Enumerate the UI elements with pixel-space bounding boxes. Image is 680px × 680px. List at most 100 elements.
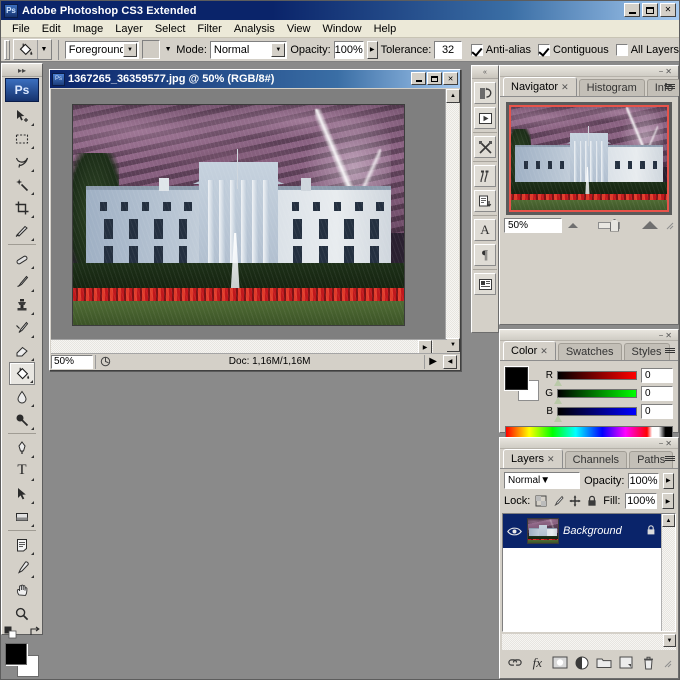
eraser-tool[interactable] [9, 339, 35, 362]
layer-list-scrollbar[interactable]: ▲ [661, 514, 675, 631]
status-scroll-left-button[interactable]: ◀ [443, 354, 457, 369]
layer-list[interactable]: Background ▲ [502, 513, 676, 632]
panel-minimize-icon[interactable]: −✕ [659, 331, 674, 340]
character-panel-icon[interactable]: A [474, 219, 496, 241]
panel-resize-grip[interactable] [664, 220, 674, 230]
rectangular-marquee-tool[interactable] [9, 127, 35, 150]
panel-resize-grip[interactable] [662, 658, 672, 668]
layers-panel-scroll-strip[interactable]: ▼ [502, 634, 676, 650]
color-panel-swatches[interactable] [505, 367, 539, 401]
menu-file[interactable]: File [6, 22, 36, 36]
lock-image-pixels-icon[interactable] [552, 495, 564, 508]
crop-tool[interactable] [9, 196, 35, 219]
opacity-stepper[interactable]: ▶ [366, 40, 378, 59]
maximize-button[interactable] [642, 3, 658, 17]
healing-brush-tool[interactable] [9, 247, 35, 270]
history-panel-icon[interactable] [474, 82, 496, 104]
panel-minimize-icon[interactable]: −✕ [659, 439, 674, 448]
canvas-vertical-scrollbar[interactable]: ▲ ▼ [445, 89, 460, 352]
blue-channel-input[interactable]: 0 [641, 403, 673, 419]
menu-edit[interactable]: Edit [36, 22, 67, 36]
opacity-input[interactable]: 100% [333, 40, 364, 59]
color-panel-titlebar[interactable]: −✕ [500, 330, 678, 341]
table-row[interactable]: Background [503, 514, 675, 548]
layer-fill-stepper[interactable]: ▶ [661, 493, 674, 509]
zoom-tool[interactable] [9, 602, 35, 625]
lock-all-icon[interactable] [586, 495, 598, 508]
menu-view[interactable]: View [281, 22, 317, 36]
fill-source-select[interactable]: Foreground ▼ [64, 40, 140, 59]
anti-alias-checkbox[interactable] [470, 43, 483, 56]
clone-stamp-tool[interactable] [9, 293, 35, 316]
tab-histogram[interactable]: Histogram [578, 79, 645, 96]
scroll-right-button[interactable]: ▶ [418, 340, 432, 354]
delete-layer-button[interactable] [640, 654, 658, 671]
navigator-thumbnail[interactable] [506, 102, 672, 215]
scroll-up-button[interactable]: ▲ [446, 89, 460, 103]
close-icon[interactable]: ✕ [547, 454, 555, 465]
panel-menu-icon[interactable] [661, 452, 675, 465]
menu-window[interactable]: Window [316, 22, 367, 36]
magic-wand-tool[interactable] [9, 173, 35, 196]
close-button[interactable]: ✕ [660, 3, 676, 17]
options-bar-grip[interactable] [4, 39, 10, 60]
tool-preset-picker[interactable]: ▼ [12, 39, 52, 60]
paragraph-panel-icon[interactable]: ¶ [474, 244, 496, 266]
pattern-dropdown-arrow[interactable]: ▼ [163, 40, 173, 59]
move-tool[interactable] [9, 104, 35, 127]
status-menu-button[interactable]: ▶ [424, 354, 441, 369]
red-channel-input[interactable]: 0 [641, 367, 673, 383]
dodge-tool[interactable] [9, 408, 35, 431]
menu-layer[interactable]: Layer [109, 22, 149, 36]
close-icon[interactable]: ✕ [540, 346, 548, 357]
menu-select[interactable]: Select [149, 22, 192, 36]
all-layers-checkbox[interactable] [615, 43, 628, 56]
minimize-button[interactable] [624, 3, 640, 17]
type-tool[interactable]: T [9, 459, 35, 482]
brush-tool[interactable] [9, 270, 35, 293]
menu-analysis[interactable]: Analysis [228, 22, 281, 36]
panel-menu-icon[interactable] [661, 344, 675, 357]
zoom-out-icon[interactable] [568, 222, 578, 228]
layer-comps-panel-icon[interactable] [474, 273, 496, 295]
new-layer-button[interactable] [617, 654, 635, 671]
layer-opacity-input[interactable]: 100% [628, 472, 659, 489]
document-title-bar[interactable]: Ps 1367265_36359577.jpg @ 50% (RGB/8#) ✕ [50, 70, 460, 88]
anti-alias-checkbox-row[interactable]: Anti-alias [470, 43, 531, 56]
menu-image[interactable]: Image [67, 22, 110, 36]
contiguous-checkbox-row[interactable]: Contiguous [538, 43, 609, 56]
notes-tool[interactable] [9, 533, 35, 556]
blend-mode-select[interactable]: Normal ▼ [209, 40, 288, 59]
layer-style-button[interactable]: fx [528, 654, 546, 671]
zoom-in-icon[interactable] [642, 221, 658, 229]
lock-transparent-pixels-icon[interactable] [535, 495, 547, 508]
paint-bucket-tool[interactable] [9, 362, 35, 385]
pen-tool[interactable] [9, 436, 35, 459]
scroll-down-button[interactable]: ▼ [446, 338, 460, 352]
canvas-horizontal-scrollbar[interactable]: ▶ [51, 339, 447, 354]
chevron-down-icon[interactable]: ▼ [123, 42, 138, 57]
document-maximize-button[interactable] [427, 72, 442, 85]
contiguous-checkbox[interactable] [538, 43, 551, 56]
tab-color[interactable]: Color ✕ [503, 341, 556, 360]
layer-fill-input[interactable]: 100% [625, 493, 657, 509]
tool-preset-dropdown-arrow[interactable]: ▼ [36, 40, 50, 59]
tool-presets-panel-icon[interactable] [474, 136, 496, 158]
tab-channels[interactable]: Channels [564, 451, 628, 468]
close-icon[interactable]: ✕ [561, 82, 569, 93]
blue-channel-slider[interactable] [554, 406, 637, 422]
layer-scroll-down-button[interactable]: ▼ [663, 634, 676, 647]
tab-layers[interactable]: Layers ✕ [503, 449, 563, 468]
foreground-color-swatch[interactable] [505, 367, 528, 390]
navigator-zoom-input[interactable]: 50% [504, 217, 562, 233]
document-image[interactable] [72, 104, 405, 326]
panel-minimize-icon[interactable]: −✕ [659, 67, 674, 76]
red-channel-slider[interactable] [554, 370, 637, 386]
all-layers-checkbox-row[interactable]: All Layers [615, 43, 679, 56]
actions-panel-icon[interactable] [474, 107, 496, 129]
new-group-button[interactable] [595, 654, 613, 671]
chevron-down-icon[interactable]: ▼ [271, 42, 286, 57]
layer-blend-mode-select[interactable]: Normal ▼ [504, 472, 581, 489]
tab-swatches[interactable]: Swatches [557, 343, 622, 360]
green-channel-slider[interactable] [554, 388, 637, 404]
